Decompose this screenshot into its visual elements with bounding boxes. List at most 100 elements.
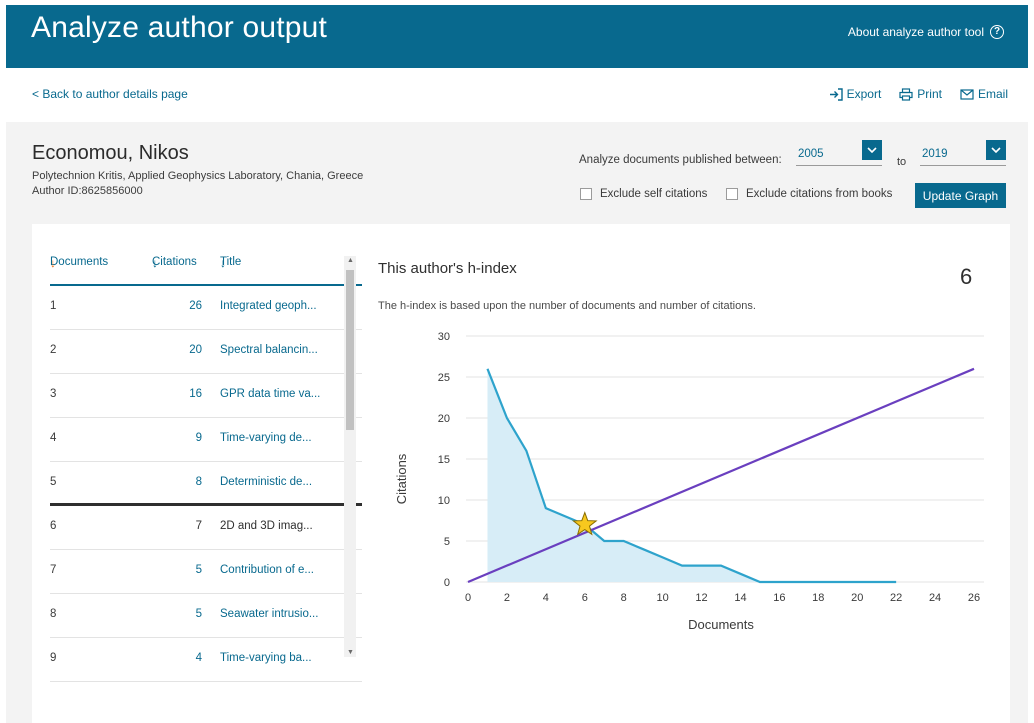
document-title-link[interactable]: Contribution of e... [220,564,314,576]
table-body: 1 26 Integrated geoph... 2 20 Spectral b… [50,286,362,688]
hindex-description: The h-index is based upon the number of … [378,300,756,312]
document-title-link[interactable]: Spectral balancin... [220,344,318,356]
exclude-book-citations-label: Exclude citations from books [746,188,893,200]
exclude-book-citations-checkbox[interactable] [726,188,738,200]
document-title-link[interactable]: GPR data time va... [220,388,320,400]
to-year-select[interactable]: 2019 [920,140,1006,166]
chevron-down-icon [986,140,1006,160]
print-button[interactable]: Print [899,87,942,101]
y-tick-label: 5 [444,536,450,548]
document-title: 2D and 3D imag... [220,520,313,532]
row-number: 5 [50,476,57,488]
row-number: 1 [50,300,57,312]
print-label: Print [917,87,942,101]
citation-count-link[interactable]: 5 [150,564,202,576]
scroll-up-icon[interactable]: ▲ [347,257,354,264]
scrollbar-thumb[interactable] [346,270,354,430]
y-tick-label: 20 [438,413,450,425]
table-row: 4 9 Time-varying de... [50,418,362,462]
citation-count-link[interactable]: 9 [150,432,202,444]
to-label: to [897,156,907,168]
date-range-label: Analyze documents published between: [579,154,782,166]
about-tool-label: About analyze author tool [847,25,984,39]
table-row: 8 5 Seawater intrusio... [50,594,362,638]
exclude-self-citations-checkbox[interactable] [580,188,592,200]
author-name: Economou, Nikos [32,142,189,164]
x-tick-label: 8 [621,592,627,604]
export-button[interactable]: Export [829,87,882,101]
table-row: 3 16 GPR data time va... [50,374,362,418]
update-graph-button[interactable]: Update Graph [915,183,1006,208]
documents-table: Documents ↓ Citations ↓ Title ↓ 1 26 Int… [50,256,362,688]
x-tick-label: 2 [504,592,510,604]
results-area: Documents ↓ Citations ↓ Title ↓ 1 26 Int… [32,224,1010,723]
citations-area-fill [487,368,897,582]
citation-count-link[interactable]: 5 [150,608,202,620]
document-title-link[interactable]: Seawater intrusio... [220,608,318,620]
page-title: Analyze author output [31,11,328,44]
sort-arrow-icon: ↓ [50,256,56,270]
citation-count-link[interactable]: 4 [150,652,202,664]
y-tick-label: 0 [444,577,450,589]
export-label: Export [846,87,882,101]
x-tick-label: 14 [734,592,746,604]
table-header: Documents ↓ Citations ↓ Title ↓ [50,256,362,286]
back-to-author-link[interactable]: < Back to author details page [32,87,188,101]
table-row: 2 20 Spectral balancin... [50,330,362,374]
citation-count-link[interactable]: 20 [150,344,202,356]
sort-arrow-icon: ↓ [220,256,226,270]
document-title-link[interactable]: Integrated geoph... [220,300,317,312]
author-affiliation: Polytechnion Kritis, Applied Geophysics … [32,170,364,182]
document-title-link[interactable]: Time-varying ba... [220,652,312,664]
x-tick-label: 12 [695,592,707,604]
row-number: 7 [50,564,57,576]
hindex-title: This author's h-index [378,260,517,277]
row-number: 8 [50,608,57,620]
x-tick-label: 22 [890,592,902,604]
diagonal-reference-line [467,367,975,584]
row-number: 4 [50,432,57,444]
y-tick-label: 10 [438,495,450,507]
page-header: Analyze author output About analyze auth… [6,5,1028,68]
email-label: Email [977,87,1008,101]
y-axis-label: Citations [394,453,409,504]
x-tick-label: 20 [851,592,863,604]
analysis-panel: Economou, Nikos Polytechnion Kritis, App… [6,122,1028,723]
y-tick-label: 30 [438,331,450,343]
author-id: Author ID:8625856000 [32,185,143,197]
email-icon [960,88,974,100]
export-icon [829,87,843,101]
print-icon [899,87,913,101]
from-year-select[interactable]: 2005 [796,140,882,166]
exclude-self-citations-label: Exclude self citations [600,188,708,200]
hindex-value: 6 [960,264,973,289]
document-title-link[interactable]: Deterministic de... [220,476,312,488]
x-tick-label: 16 [773,592,785,604]
citation-count-link[interactable]: 16 [150,388,202,400]
table-scrollbar[interactable]: ▲ ▼ [344,256,356,657]
document-title-link[interactable]: Time-varying de... [220,432,312,444]
citation-count-link[interactable]: 8 [150,476,202,488]
documents-header-label: Documents [50,256,109,268]
exclude-book-citations-option[interactable]: Exclude citations from books [726,188,892,200]
exclude-self-citations-option[interactable]: Exclude self citations [580,188,707,200]
email-button[interactable]: Email [960,87,1008,101]
scroll-down-icon[interactable]: ▼ [347,649,354,656]
row-number: 3 [50,388,57,400]
row-number: 6 [50,520,57,532]
help-icon: ? [990,25,1004,39]
table-row: 9 4 Time-varying ba... [50,638,362,682]
hindex-chart: 0510152025300 2 4 6 8 10 12 14 16 18 20 22 24 26Docum… [394,331,984,632]
citation-count: 7 [195,520,202,532]
action-bar: < Back to author details page Export Pri… [6,68,1028,122]
sort-arrow-icon: ↓ [152,256,158,270]
x-axis-label: Documents [688,617,754,632]
table-row: 6 7 2D and 3D imag... [50,506,362,550]
chevron-down-icon [862,140,882,160]
about-tool-link[interactable]: About analyze author tool ? [848,25,1004,39]
citation-count-link[interactable]: 26 [150,300,202,312]
y-tick-label: 25 [438,372,450,384]
x-tick-label: 18 [812,592,824,604]
x-tick-label: 24 [929,592,941,604]
from-year-value: 2005 [798,148,824,160]
